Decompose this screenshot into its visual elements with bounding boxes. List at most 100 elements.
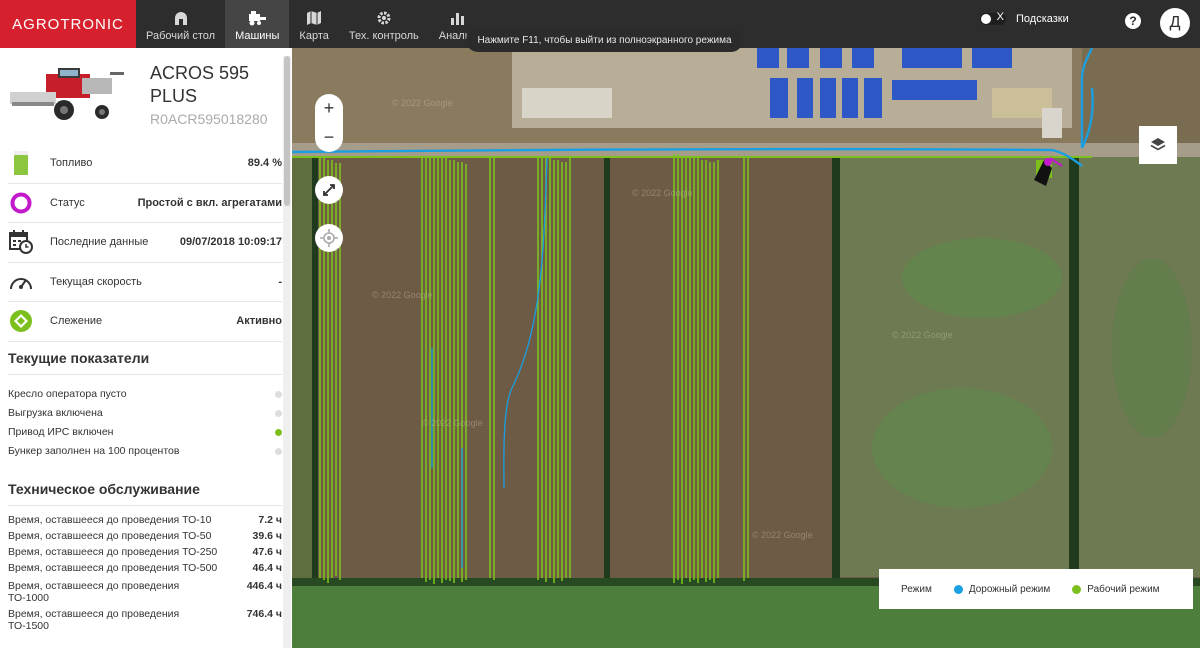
legend-title: Режим: [901, 583, 932, 595]
zoom-control: + −: [315, 94, 343, 152]
maintenance-row: Время, оставшееся до проведения ТО-50 39.…: [8, 530, 282, 546]
tracking-label: Слежение: [50, 315, 103, 328]
scrollbar-thumb[interactable]: [284, 56, 290, 206]
indicator-dot: [275, 409, 282, 417]
tracking-value: Активно: [236, 315, 282, 328]
info-row-speed: Текущая скорость -: [8, 263, 282, 302]
locate-button[interactable]: [315, 224, 343, 252]
satellite-map[interactable]: © 2022 Google © 2022 Google © 2022 Googl…: [292, 48, 1200, 648]
info-row-status: Статус Простой с вкл. агрегатами: [8, 184, 282, 223]
zoom-in-button[interactable]: +: [324, 98, 335, 119]
machine-serial: R0ACR595018280: [150, 111, 268, 127]
machine-sidebar: ACROS 595 PLUS R0ACR595018280 Топливо 89…: [0, 48, 292, 648]
hints-toggle-group: X Подсказки: [980, 11, 1069, 25]
status-ring-icon: [10, 192, 32, 214]
maintenance-value: 46.4 ч: [252, 561, 282, 574]
maintenance-value: 39.6 ч: [252, 529, 282, 542]
maintenance-label: Время, оставшееся до проведения ТО-50: [8, 529, 212, 542]
map-watermark: © 2022 Google: [392, 98, 453, 108]
legend-work-dot: [1072, 584, 1082, 594]
indicator-row: Кресло оператора пусто: [8, 385, 282, 404]
gear-icon: [377, 11, 391, 25]
maintenance-row: Время, оставшееся до проведения ТО-10 7.2…: [8, 514, 282, 530]
help-button[interactable]: ?: [1125, 13, 1141, 29]
speedometer-icon: [10, 277, 32, 289]
maintenance-label: Время, оставшееся до проведения ТО-1500: [8, 607, 180, 632]
calendar-clock-icon: [9, 230, 33, 255]
maintenance-title: Техническое обслуживание: [8, 481, 282, 506]
map-watermark: © 2022 Google: [892, 330, 953, 340]
fuel-value: 89.4 %: [247, 157, 282, 170]
map-watermark: © 2022 Google: [422, 418, 483, 428]
indicator-label: Привод ИРС включен: [8, 426, 114, 438]
harvester-icon: [249, 11, 267, 26]
maintenance-value: 446.4 ч: [246, 579, 282, 592]
machine-name: ACROS 595 PLUS: [150, 63, 250, 106]
toggle-knob: [981, 14, 991, 24]
nav-dashboard[interactable]: Рабочий стол: [136, 0, 225, 48]
maintenance-row: Время, оставшееся до проведения ТО-250 47…: [8, 546, 282, 562]
map-watermark: © 2022 Google: [372, 290, 433, 300]
maintenance-label: Время, оставшееся до проведения ТО-10: [8, 513, 212, 526]
mode-legend: Режим Дорожный режим Рабочий режим: [879, 569, 1193, 609]
nav-machines-label: Машины: [235, 30, 280, 42]
nav-map[interactable]: Карта: [289, 0, 338, 48]
nav-dashboard-label: Рабочий стол: [146, 30, 216, 42]
indicators-list: Кресло оператора пусто Выгрузка включена…: [8, 385, 282, 461]
expand-icon: [323, 184, 335, 196]
indicator-label: Выгрузка включена: [8, 407, 103, 419]
maintenance-value: 746.4 ч: [246, 607, 282, 620]
nav-tech-control-label: Тех. контроль: [348, 30, 419, 42]
harvester-image: [8, 66, 126, 122]
maintenance-row: Время, оставшееся до проведения ТО-1500 7…: [8, 608, 282, 632]
user-avatar[interactable]: Д: [1160, 8, 1190, 38]
legend-road-dot: [953, 584, 963, 594]
maintenance-value: 7.2 ч: [258, 513, 282, 526]
sidebar-scrollbar[interactable]: [283, 56, 291, 648]
maintenance-label: Время, оставшееся до проведения ТО-500: [8, 561, 218, 574]
maintenance-row: Время, оставшееся до проведения ТО-500 46…: [8, 562, 282, 578]
last-data-label: Последние данные: [50, 236, 149, 249]
indicator-label: Кресло оператора пусто: [8, 388, 127, 400]
indicators-title: Текущие показатели: [8, 350, 282, 375]
layers-button[interactable]: [1139, 126, 1177, 164]
legend-work-label: Рабочий режим: [1087, 583, 1160, 595]
fullscreen-button[interactable]: [315, 176, 343, 204]
hints-label: Подсказки: [1016, 13, 1069, 25]
map-watermark: © 2022 Google: [752, 530, 813, 540]
map-icon: [307, 11, 322, 25]
nav-machines[interactable]: Машины: [225, 0, 290, 48]
maintenance-label: Время, оставшееся до проведения ТО-250: [8, 545, 218, 558]
info-row-tracking: Слежение Активно: [8, 302, 282, 342]
indicator-label: Бункер заполнен на 100 процентов: [8, 445, 180, 457]
dashboard-icon: [174, 12, 187, 25]
main-nav: Рабочий стол Машины Карта Тех. контроль …: [136, 0, 486, 48]
fuel-label: Топливо: [50, 157, 93, 170]
indicator-row: Бункер заполнен на 100 процентов: [8, 442, 282, 461]
indicator-row: Привод ИРС включен: [8, 423, 282, 442]
speed-value: -: [278, 275, 282, 288]
last-data-value: 09/07/2018 10:09:17: [179, 236, 282, 249]
layers-icon: [1150, 138, 1166, 151]
legend-item-road: Дорожный режим: [953, 583, 1051, 595]
hints-toggle[interactable]: X: [980, 11, 1006, 25]
maintenance-value: 47.6 ч: [252, 545, 282, 558]
info-row-last-data: Последние данные 09/07/2018 10:09:17: [8, 223, 282, 263]
tracking-icon: [10, 310, 32, 333]
info-row-fuel: Топливо 89.4 %: [8, 144, 282, 184]
crosshair-icon: [320, 229, 338, 247]
brand-logo[interactable]: AGROTRONIC: [0, 0, 136, 48]
legend-road-label: Дорожный режим: [968, 583, 1051, 595]
maintenance-row: Время, оставшееся до проведения ТО-1000 4…: [8, 580, 282, 604]
bar-chart-icon: [451, 13, 465, 25]
indicator-row: Выгрузка включена: [8, 404, 282, 423]
map-canvas: © 2022 Google © 2022 Google © 2022 Googl…: [292, 48, 1200, 648]
maintenance-label: Время, оставшееся до проведения ТО-1000: [8, 579, 180, 604]
nav-tech-control[interactable]: Тех. контроль: [339, 0, 429, 48]
fullscreen-toast: Нажмите F11, чтобы выйти из полноэкранно…: [466, 28, 743, 52]
map-watermark: © 2022 Google: [632, 188, 693, 198]
maintenance-list: Время, оставшееся до проведения ТО-10 7.2…: [8, 514, 282, 632]
zoom-out-button[interactable]: −: [324, 127, 335, 148]
indicator-dot: [275, 390, 282, 398]
toggle-x: X: [996, 11, 1004, 23]
